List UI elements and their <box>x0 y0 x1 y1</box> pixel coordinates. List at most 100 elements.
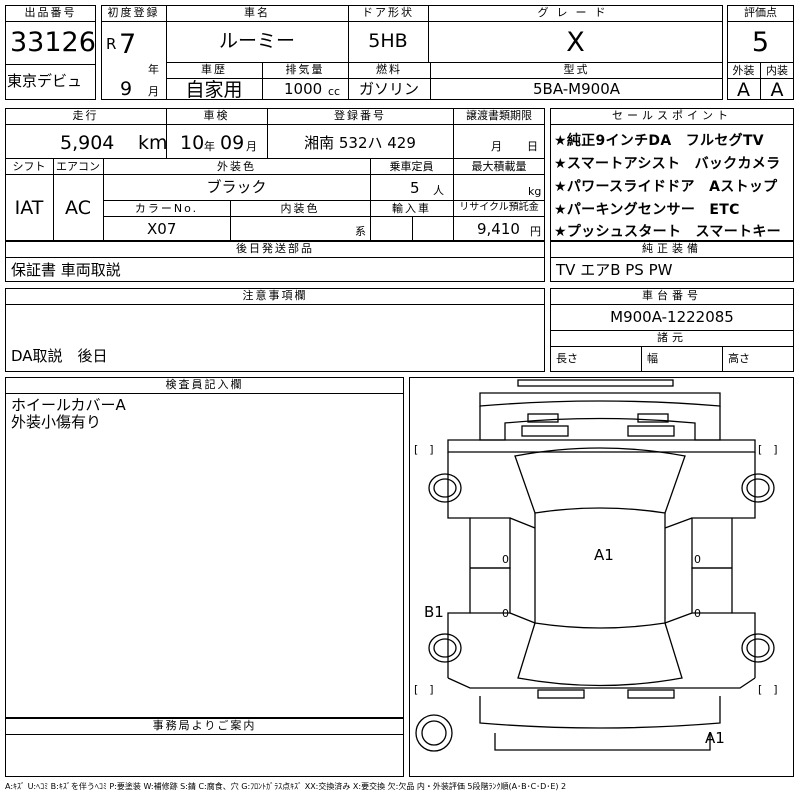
inspector-note-2: 外装小傷有り <box>11 413 102 431</box>
lot-number: 33126 <box>10 27 96 58</box>
damage-mark-left-rear: B1 <box>424 603 444 621</box>
history: 自家用 <box>185 79 243 101</box>
front-bumper-outline <box>479 392 721 407</box>
width-label: 幅 <box>647 352 658 365</box>
month-unit: 月 <box>148 85 159 98</box>
displacement-unit: cc <box>328 85 341 98</box>
transfer-day-unit: 日 <box>527 140 538 153</box>
lot-number-label: 出品番号 <box>24 6 77 19</box>
era-marker: R <box>106 35 117 53</box>
legend-text: A:ｷｽﾞ U:ﾍｺﾐ B:ｷｽﾞを伴うﾍｺﾐ P:要塗装 W:補修跡 S:錆 … <box>5 782 567 791</box>
diagram-zero: 0 <box>694 553 701 566</box>
door-type-label: ドア形状 <box>362 6 414 19</box>
exterior-label: 外装 <box>732 64 755 77</box>
car-name: ルーミー <box>218 30 295 52</box>
car-diagram-box: [ ] [ ] [ ] [ ] 0 0 0 0 A1 B1 A1 <box>409 377 794 777</box>
diagram-bracket: [ ] <box>758 683 778 696</box>
score-label: 評価点 <box>744 6 777 19</box>
exterior-color-label: 外装色 <box>217 160 256 173</box>
sales-point-item: ★純正9インチDA フルセグTV <box>554 133 764 149</box>
capacity-label: 乗車定員 <box>389 160 434 173</box>
exterior-color: ブラック <box>206 178 267 196</box>
damage-mark-rear: A1 <box>705 729 725 747</box>
notes-value: DA取説 後日 <box>11 347 108 365</box>
later-parts-label: 後日発送部品 <box>236 242 314 255</box>
headlight-left-shape <box>521 425 569 437</box>
sales-point-item: ★パーキングセンサー ETC <box>554 202 740 218</box>
history-label: 車歴 <box>201 63 227 76</box>
notes-label: 注意事項欄 <box>242 289 308 302</box>
diagram-bracket: [ ] <box>414 683 434 696</box>
equipment-value: TV エアB PS PW <box>556 261 673 279</box>
inspection-label: 車検 <box>203 109 230 122</box>
diagram-zero: 0 <box>502 607 509 620</box>
sales-point-item: ★パワースライドドア Aストップ <box>554 179 778 195</box>
later-parts-value: 保証書 車両取説 <box>11 261 121 279</box>
windshield-shape <box>514 447 686 514</box>
grade: X <box>566 27 585 58</box>
inspection-year-unit: 年 <box>204 140 215 153</box>
taillight-right-shape <box>627 689 675 699</box>
year-unit: 年 <box>148 63 159 76</box>
chassis-label: 車台番号 <box>642 289 702 302</box>
model-label: 型式 <box>563 63 590 76</box>
sales-point-item: ★プッシュスタート スマートキー <box>554 224 781 240</box>
taillight-left-shape <box>537 689 585 699</box>
diagram-zero: 0 <box>502 553 509 566</box>
transfer-month-unit: 月 <box>491 140 502 153</box>
grade-label: グレード <box>537 6 614 19</box>
mileage-unit: km <box>138 132 168 154</box>
score-value: 5 <box>751 27 770 58</box>
headlight-right-shape <box>627 425 675 437</box>
chassis-number: M900A-1222085 <box>610 308 734 326</box>
mileage-label: 走行 <box>72 109 99 122</box>
inspector-note-1: ホイールカバーA <box>11 396 126 414</box>
capacity-value: 5 <box>410 179 420 197</box>
diagram-bracket: [ ] <box>414 443 434 456</box>
displacement-label: 排気量 <box>285 63 325 76</box>
ac-value: AC <box>65 197 91 219</box>
damage-mark-roof: A1 <box>594 546 614 564</box>
first-registration-label: 初度登録 <box>107 6 160 19</box>
diagram-bracket: [ ] <box>758 443 778 456</box>
car-diagram <box>415 379 775 752</box>
interior-color-unit: 系 <box>355 225 366 238</box>
front-bumper-shape <box>517 379 674 387</box>
color-number-label: カラーNo. <box>134 202 199 215</box>
recycle-unit: 円 <box>530 225 541 238</box>
recycle-label: リサイクル預託金 <box>459 202 539 213</box>
sales-point-item: ★スマートアシスト バックカメラ <box>554 156 781 172</box>
office-label: 事務局よりご案内 <box>152 719 257 732</box>
recycle-value: 9,410 <box>477 220 520 238</box>
exterior-score: A <box>737 79 750 101</box>
model-code: 5BA-M900A <box>532 80 620 98</box>
inspection-month-unit: 月 <box>246 140 257 153</box>
diagram-zero: 0 <box>694 607 701 620</box>
length-label: 長さ <box>556 352 578 365</box>
interior-score: A <box>770 79 784 101</box>
inspection-year: 10 <box>180 132 205 154</box>
import-label: 輸入車 <box>392 202 431 215</box>
car-name-label: 車名 <box>244 6 270 19</box>
door-type: 5HB <box>368 30 408 52</box>
interior-label: 内装 <box>766 64 788 77</box>
ac-label: エアコン <box>56 160 100 173</box>
plate-number: 湘南 532ハ 429 <box>304 134 416 152</box>
first-registration-year: 7 <box>119 29 137 60</box>
color-number: X07 <box>147 220 177 238</box>
inspection-month: 09 <box>220 132 245 154</box>
shift-label: シフト <box>12 160 46 173</box>
max-load-unit: kg <box>528 185 542 198</box>
inspector-label: 検査員記入欄 <box>165 378 244 391</box>
sales-points-label: セールスポイント <box>612 109 732 122</box>
mileage-value: 5,904 <box>60 132 115 154</box>
transfer-deadline-label: 譲渡書類期限 <box>466 109 532 122</box>
interior-color-label: 内装色 <box>280 202 320 215</box>
max-load-label: 最大積載量 <box>471 160 527 173</box>
venue-name: 東京デビュ <box>7 72 83 90</box>
height-label: 高さ <box>728 352 750 365</box>
first-registration-month: 9 <box>120 78 133 100</box>
capacity-unit: 人 <box>433 184 444 197</box>
plate-label: 登録番号 <box>334 109 386 122</box>
shift-value: IAT <box>14 197 44 219</box>
